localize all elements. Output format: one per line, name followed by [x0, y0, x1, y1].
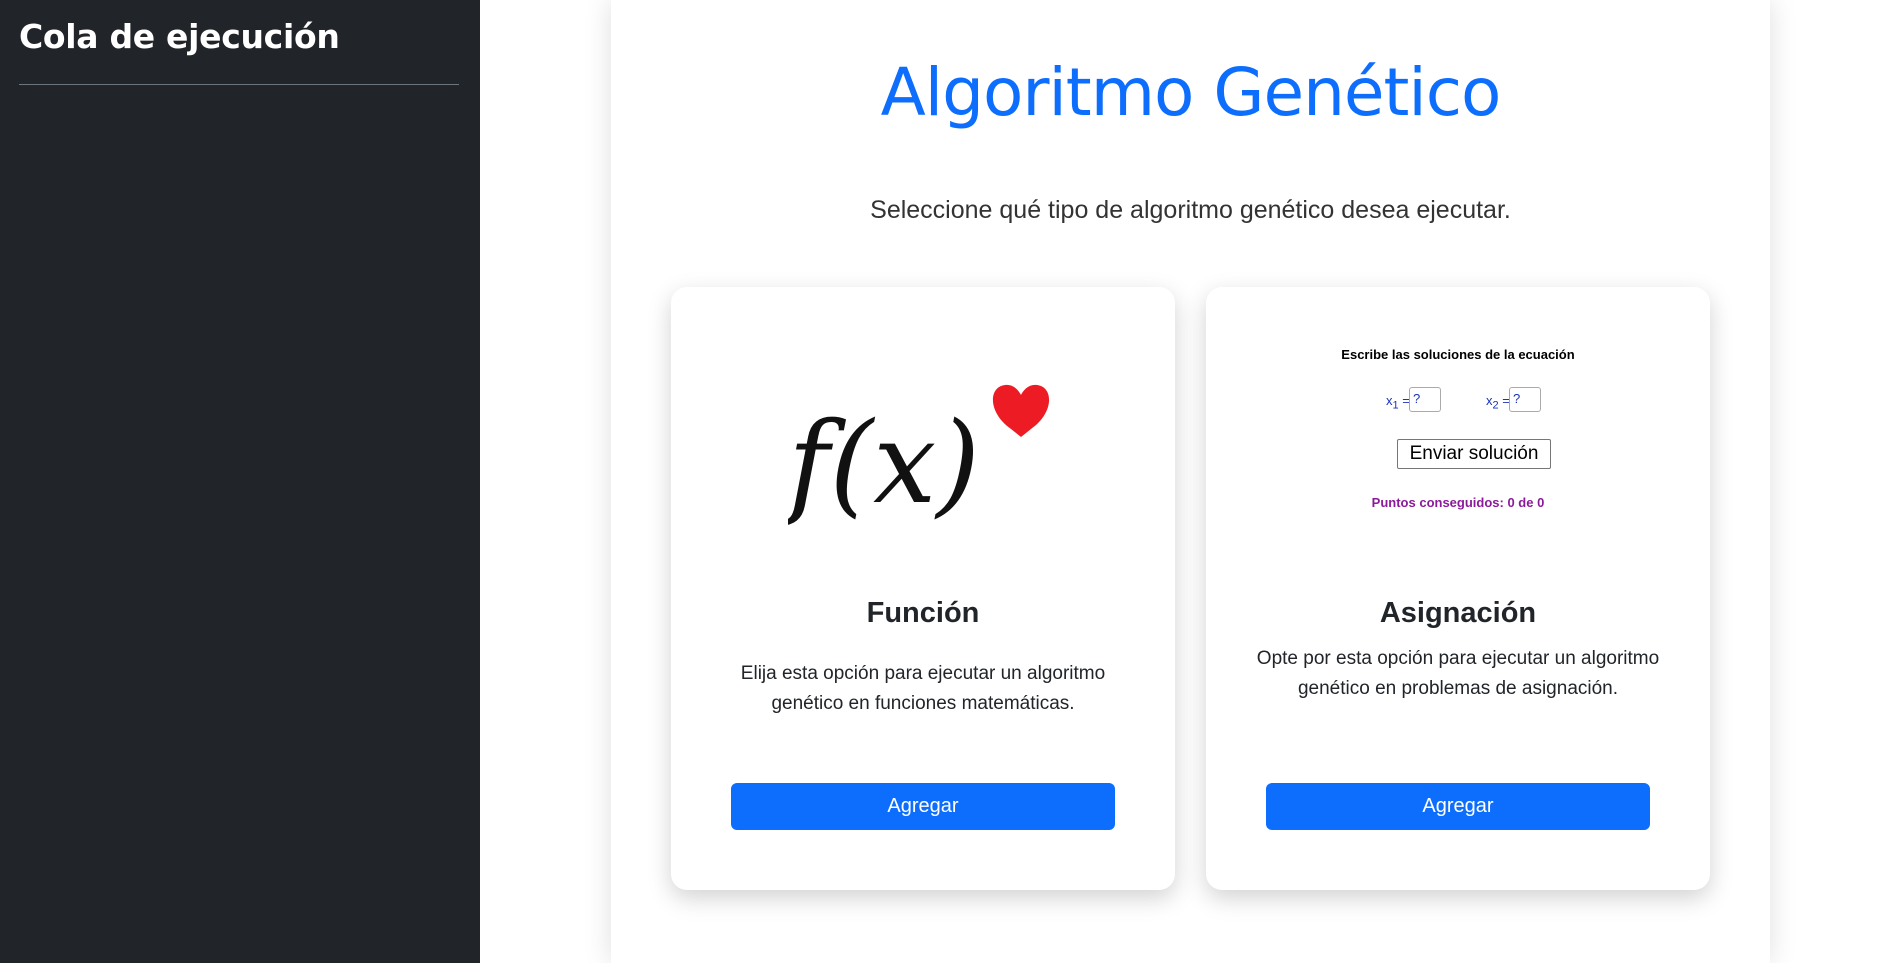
- send-solution-button-image: Enviar solución: [1397, 439, 1551, 469]
- assignment-card: Escribe las soluciones de la ecuación x1…: [1206, 287, 1710, 890]
- fx-heart-icon: f(x): [788, 384, 1050, 527]
- heart-shape: [992, 384, 1050, 437]
- x2-field: ?: [1509, 387, 1541, 412]
- sidebar-title: Cola de ejecución: [19, 17, 340, 56]
- add-function-button[interactable]: Agregar: [731, 783, 1115, 830]
- equation-quiz-illustration: Escribe las soluciones de la ecuación x1…: [1266, 335, 1650, 535]
- main-panel: Algoritmo Genético Seleccione qué tipo d…: [611, 0, 1770, 963]
- equation-fields-row: x1 = ? x2 = ?: [1266, 385, 1650, 415]
- add-assignment-button[interactable]: Agregar: [1266, 783, 1650, 830]
- assignment-card-title: Asignación: [1379, 597, 1537, 629]
- points-text: Puntos conseguidos: 0 de 0: [1371, 495, 1545, 510]
- equation-heading: Escribe las soluciones de la ecuación: [1341, 347, 1575, 362]
- execution-queue-sidebar: Cola de ejecución: [0, 0, 480, 963]
- function-card: f(x) Función Elija esta opción para ejec…: [671, 287, 1175, 890]
- page-title: Algoritmo Genético: [880, 54, 1502, 131]
- page-subtitle: Seleccione qué tipo de algoritmo genétic…: [870, 196, 1511, 224]
- function-card-title: Función: [866, 597, 980, 629]
- fx-formula-text: f(x): [788, 399, 980, 527]
- assignment-card-description: Opte por esta opción para ejecutar un al…: [1256, 648, 1660, 699]
- x1-field: ?: [1409, 387, 1441, 412]
- x2-label: x2 =: [1486, 393, 1510, 412]
- sidebar-divider: [19, 84, 459, 85]
- x1-label: x1 =: [1386, 393, 1410, 412]
- function-card-description: Elija esta opción para ejecutar un algor…: [740, 663, 1106, 714]
